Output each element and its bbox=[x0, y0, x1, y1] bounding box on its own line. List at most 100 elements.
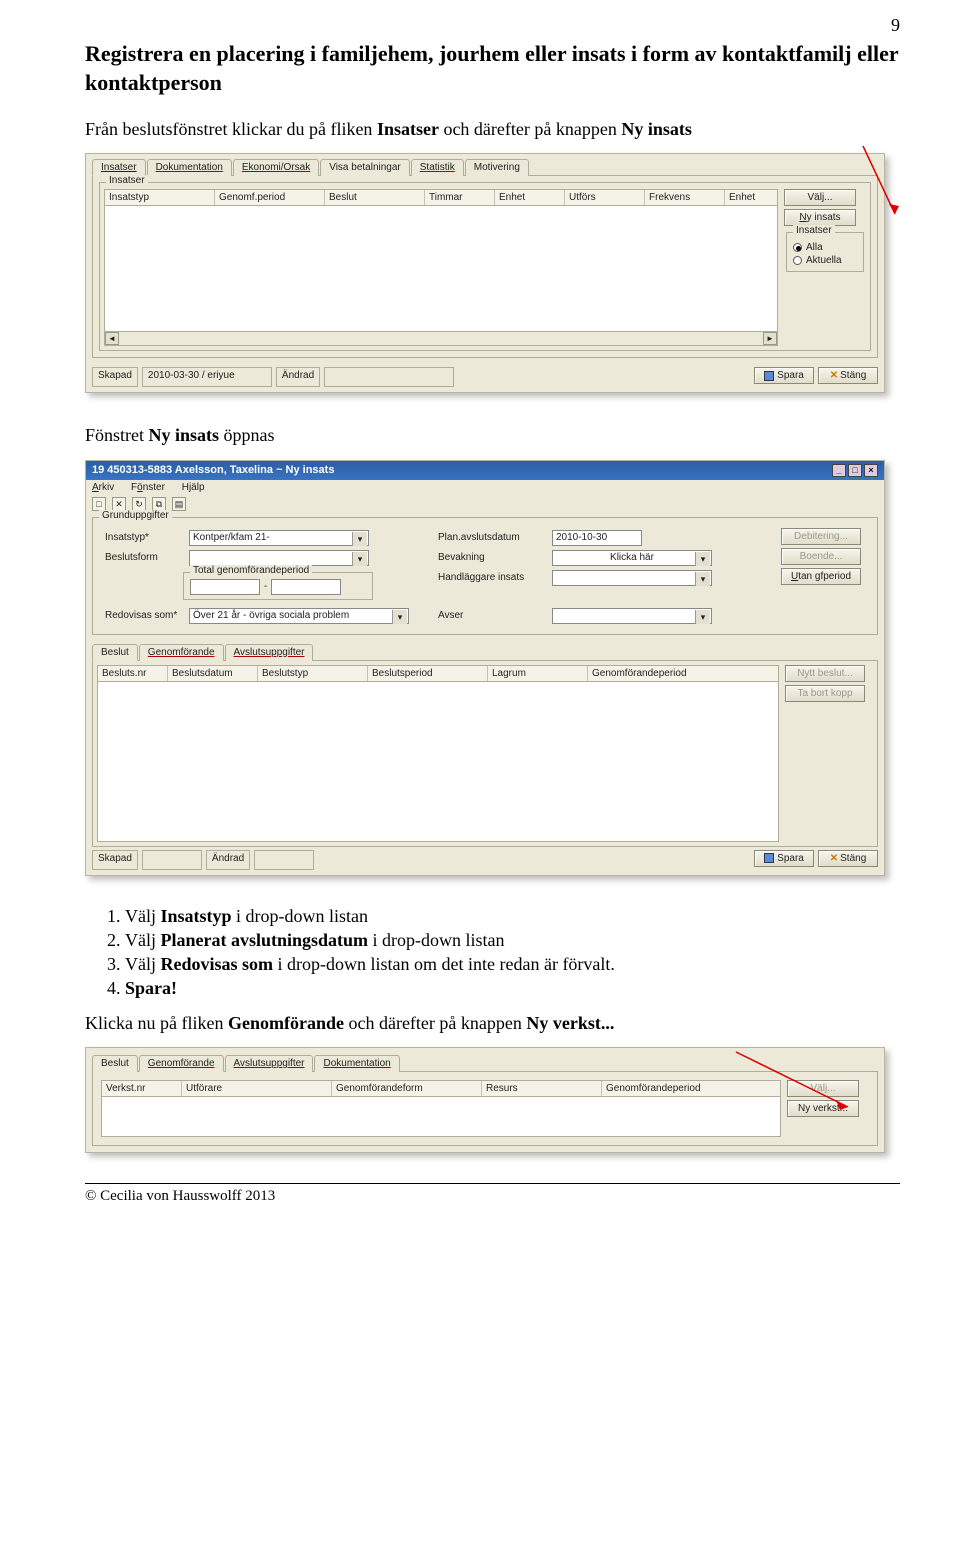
beslutsform-select[interactable] bbox=[189, 550, 369, 566]
tab-insatser[interactable]: Insatser bbox=[92, 159, 146, 176]
caption-bold: Genomförande bbox=[228, 1013, 344, 1033]
delete-icon[interactable]: ✕ bbox=[112, 497, 126, 511]
tab-genomforande[interactable]: Genomförande bbox=[139, 644, 224, 661]
avser-select[interactable] bbox=[552, 608, 712, 624]
stang-button[interactable]: ✕Stäng bbox=[818, 850, 878, 867]
tab-label: Dokumentation bbox=[323, 1058, 390, 1069]
tab-beslut[interactable]: Beslut bbox=[92, 644, 138, 661]
group-label: Insatser bbox=[106, 175, 148, 186]
step-bold: Insatstyp bbox=[161, 906, 232, 926]
tab-avslutsuppgifter[interactable]: Avslutsuppgifter bbox=[225, 644, 314, 661]
screenshot-insatser-panel: Insatser Dokumentation Ekonomi/Orsak Vis… bbox=[85, 153, 885, 393]
caption-prefix: Klicka nu på fliken bbox=[85, 1013, 228, 1033]
stang-button[interactable]: ✕Stäng bbox=[818, 367, 878, 384]
nytt-beslut-button[interactable]: Nytt beslut... bbox=[785, 665, 865, 682]
period-from-input[interactable] bbox=[190, 579, 260, 595]
beslut-list[interactable] bbox=[97, 682, 779, 842]
tab-label: Insatser bbox=[101, 162, 137, 173]
radio-aktuella[interactable]: Aktuella bbox=[791, 254, 859, 267]
refresh-icon[interactable]: ↻ bbox=[132, 497, 146, 511]
step-bold: Planerat avslutningsdatum bbox=[161, 930, 369, 950]
spara-button[interactable]: Spara bbox=[754, 850, 814, 867]
col-genomfperiod[interactable]: Genomförandeperiod bbox=[588, 666, 778, 681]
period-to-input[interactable] bbox=[271, 579, 341, 595]
scroll-left-icon[interactable]: ◄ bbox=[105, 332, 119, 345]
label-handlaggare: Handläggare insats bbox=[438, 572, 546, 583]
col-resurs[interactable]: Resurs bbox=[482, 1081, 602, 1096]
scroll-right-icon[interactable]: ► bbox=[763, 332, 777, 345]
step-bold: Spara! bbox=[125, 978, 177, 998]
col-frekvens[interactable]: Frekvens bbox=[645, 190, 725, 205]
col-enhet[interactable]: Enhet bbox=[495, 190, 565, 205]
col-beslutsdatum[interactable]: Beslutsdatum bbox=[168, 666, 258, 681]
table-header: Insatstyp Genomf.period Beslut Timmar En… bbox=[104, 189, 778, 206]
tab-beslut[interactable]: Beslut bbox=[92, 1055, 138, 1072]
screenshot-ny-insats-window: 19 450313-5883 Axelsson, Taxelina ~ Ny i… bbox=[85, 460, 885, 876]
tool-icon[interactable]: ▤ bbox=[172, 497, 186, 511]
tab-statistik[interactable]: Statistik bbox=[411, 159, 464, 176]
step-text: i drop-down listan bbox=[232, 906, 369, 926]
maximize-icon[interactable]: □ bbox=[848, 464, 862, 477]
button-label: Stäng bbox=[840, 853, 866, 864]
list-item: Välj Redovisas som i drop-down listan om… bbox=[125, 954, 900, 975]
caption-suffix: öppnas bbox=[219, 425, 275, 445]
genomforande-list[interactable] bbox=[101, 1097, 781, 1137]
col-beslutsperiod[interactable]: Beslutsperiod bbox=[368, 666, 488, 681]
ta-bort-kopp-button[interactable]: Ta bort kopp bbox=[785, 685, 865, 702]
steps-list: Välj Insatstyp i drop-down listan Välj P… bbox=[105, 906, 900, 999]
col-genomfperiod[interactable]: Genomf.period bbox=[215, 190, 325, 205]
tab-visa-betalningar[interactable]: Visa betalningar bbox=[320, 159, 410, 176]
insatstyp-select[interactable]: Kontper/kfam 21- bbox=[189, 530, 369, 546]
col-beslut[interactable]: Beslut bbox=[325, 190, 425, 205]
utan-gfperiod-button[interactable]: Utan gfperiod bbox=[781, 568, 861, 585]
valj-button[interactable]: Välj... bbox=[784, 189, 856, 206]
bevakning-select[interactable]: Klicka här bbox=[552, 550, 712, 566]
tab-motivering[interactable]: Motivering bbox=[465, 159, 529, 176]
group-total-period: Total genomförandeperiod - bbox=[183, 572, 373, 600]
label-redovisas: Redovisas som* bbox=[105, 610, 183, 621]
menu-arkiv[interactable]: Arkiv bbox=[92, 482, 114, 493]
col-beslutstyp[interactable]: Beslutstyp bbox=[258, 666, 368, 681]
close-icon: ✕ bbox=[830, 853, 838, 864]
label-beslutsform: Beslutsform bbox=[105, 552, 183, 563]
minimize-icon[interactable]: _ bbox=[832, 464, 846, 477]
col-beslutsnr[interactable]: Besluts.nr bbox=[98, 666, 168, 681]
intro-prefix: Från beslutsfönstret klickar du på flike… bbox=[85, 119, 377, 139]
boende-button[interactable]: Boende... bbox=[781, 548, 861, 565]
screenshot-genomforande-panel: Beslut Genomförande Avslutsuppgifter Dok… bbox=[85, 1047, 885, 1153]
close-icon[interactable]: × bbox=[864, 464, 878, 477]
col-enhet2[interactable]: Enhet bbox=[725, 190, 777, 205]
col-utfors[interactable]: Utförs bbox=[565, 190, 645, 205]
col-timmar[interactable]: Timmar bbox=[425, 190, 495, 205]
new-icon[interactable]: □ bbox=[92, 497, 106, 511]
intro-bold2: Ny insats bbox=[621, 119, 692, 139]
radio-alla[interactable]: Alla bbox=[791, 241, 859, 254]
copy-icon[interactable]: ⧉ bbox=[152, 497, 166, 511]
tab-ekonomi[interactable]: Ekonomi/Orsak bbox=[233, 159, 319, 176]
page-number: 9 bbox=[891, 15, 900, 36]
tab-label: Avslutsuppgifter bbox=[234, 1058, 305, 1069]
tab-avslutsuppgifter[interactable]: Avslutsuppgifter bbox=[225, 1055, 314, 1072]
window-titlebar: 19 450313-5883 Axelsson, Taxelina ~ Ny i… bbox=[86, 461, 884, 480]
handlaggare-select[interactable] bbox=[552, 570, 712, 586]
col-verkstnr[interactable]: Verkst.nr bbox=[102, 1081, 182, 1096]
menu-hjalp[interactable]: Hjälp bbox=[182, 482, 205, 493]
tab-genomforande[interactable]: Genomförande bbox=[139, 1055, 224, 1072]
ny-insats-button[interactable]: Ny insats bbox=[784, 209, 856, 226]
menu-fonster[interactable]: Fönster bbox=[131, 482, 165, 493]
tab-dokumentation[interactable]: Dokumentation bbox=[314, 1055, 399, 1072]
col-insatstyp[interactable]: Insatstyp bbox=[105, 190, 215, 205]
scrollbar-horizontal[interactable]: ◄ ► bbox=[105, 331, 777, 345]
redovisas-select[interactable]: Över 21 år - övriga sociala problem bbox=[189, 608, 409, 624]
tab-label: Avslutsuppgifter bbox=[234, 647, 305, 658]
list-item: Välj Planerat avslutningsdatum i drop-do… bbox=[125, 930, 900, 951]
debitering-button[interactable]: Debitering... bbox=[781, 528, 861, 545]
tab-dokumentation[interactable]: Dokumentation bbox=[147, 159, 232, 176]
insatser-list[interactable]: ◄ ► bbox=[104, 206, 778, 346]
col-genomforandeform[interactable]: Genomförandeform bbox=[332, 1081, 482, 1096]
button-label: Stäng bbox=[840, 370, 866, 381]
col-utforare[interactable]: Utförare bbox=[182, 1081, 332, 1096]
plan-avslut-input[interactable]: 2010-10-30 bbox=[552, 530, 642, 546]
col-lagrum[interactable]: Lagrum bbox=[488, 666, 588, 681]
spara-button[interactable]: Spara bbox=[754, 367, 814, 384]
